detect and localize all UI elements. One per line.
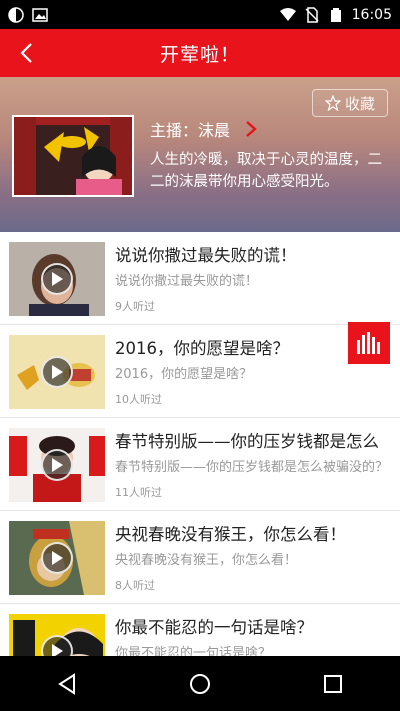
- square-recents-icon: [324, 674, 343, 693]
- episode-thumbnail: [9, 614, 105, 656]
- status-time: 16:05: [351, 6, 392, 23]
- episode-title: 春节特别版——你的压岁钱都是怎么: [115, 432, 379, 451]
- no-sim-icon: [305, 6, 319, 23]
- list-item[interactable]: 说说你撒过最失败的谎！ 说说你撒过最失败的谎！ 9人听过: [0, 232, 400, 325]
- player-button[interactable]: [348, 322, 390, 364]
- listen-count: 9人听过: [115, 300, 155, 313]
- equalizer-icon: [357, 332, 380, 354]
- episode-thumbnail: [9, 428, 105, 502]
- circle-home-icon: [189, 673, 210, 694]
- episode-list: 说说你撒过最失败的谎！ 说说你撒过最失败的谎！ 9人听过 2016，你的愿望是啥…: [0, 232, 400, 656]
- triangle-back-icon: [57, 672, 75, 695]
- episode-title: 说说你撒过最失败的谎！: [115, 246, 297, 265]
- episode-subtitle: 你最不能忍的一句话是啥？: [115, 646, 272, 656]
- app-notification-icon: [8, 6, 24, 23]
- status-bar: 16:05: [0, 0, 400, 29]
- battery-icon: [330, 7, 341, 22]
- list-item[interactable]: 你最不能忍的一句话是啥？ 你最不能忍的一句话是啥？: [0, 604, 400, 656]
- program-header: 收藏 主播：沫晨 人生的冷暖，取决于心灵的温度，二二的沫晨带你用心感受阳光。: [0, 77, 400, 232]
- program-cover-image: [12, 115, 134, 197]
- wifi-icon: [279, 7, 296, 21]
- host-name: 主播：沫晨: [150, 121, 231, 140]
- episode-subtitle: 说说你撒过最失败的谎！: [115, 274, 259, 289]
- page-title: 开荤啦！: [159, 43, 240, 66]
- host-link[interactable]: 主播：沫晨: [150, 117, 260, 141]
- system-nav-bar: [0, 656, 400, 711]
- episode-subtitle: 2016，你的愿望是啥？: [115, 367, 253, 382]
- list-item[interactable]: 央视春晚没有猴王，你怎么看！ 央视春晚没有猴王，你怎么看！ 8人听过: [0, 511, 400, 604]
- play-icon[interactable]: [41, 449, 73, 481]
- favorite-label: 收藏: [344, 94, 375, 113]
- episode-title: 你最不能忍的一句话是啥？: [115, 618, 313, 637]
- star-icon: [324, 95, 341, 111]
- list-item[interactable]: 2016，你的愿望是啥？ 2016，你的愿望是啥？ 10人听过: [0, 325, 400, 418]
- nav-home-button[interactable]: [180, 664, 220, 704]
- play-icon[interactable]: [41, 356, 73, 388]
- listen-count: 11人听过: [115, 486, 162, 499]
- favorite-button[interactable]: 收藏: [312, 89, 388, 117]
- episode-title: 央视春晚没有猴王，你怎么看！: [115, 525, 346, 544]
- image-notification-icon: [32, 7, 48, 22]
- episode-subtitle: 央视春晚没有猴王，你怎么看！: [115, 553, 298, 568]
- nav-back-button[interactable]: [47, 664, 87, 704]
- listen-count: 10人听过: [115, 393, 162, 406]
- listen-count: 8人听过: [115, 579, 155, 592]
- list-item[interactable]: 春节特别版——你的压岁钱都是怎么 春节特别版——你的压岁钱都是怎么被骗没的？ 1…: [0, 418, 400, 511]
- nav-recents-button[interactable]: [313, 664, 353, 704]
- episode-thumbnail: [9, 335, 105, 409]
- episode-thumbnail: [9, 521, 105, 595]
- play-icon[interactable]: [41, 263, 73, 295]
- program-description: 人生的冷暖，取决于心灵的温度，二二的沫晨带你用心感受阳光。: [150, 152, 382, 190]
- back-button[interactable]: [10, 37, 42, 69]
- back-arrow-icon: [20, 43, 32, 63]
- app-bar: 开荤啦！: [0, 29, 400, 77]
- episode-subtitle: 春节特别版——你的压岁钱都是怎么被骗没的？: [115, 460, 389, 475]
- chevron-right-icon: [246, 121, 257, 137]
- play-icon[interactable]: [41, 542, 73, 574]
- episode-thumbnail: [9, 242, 105, 316]
